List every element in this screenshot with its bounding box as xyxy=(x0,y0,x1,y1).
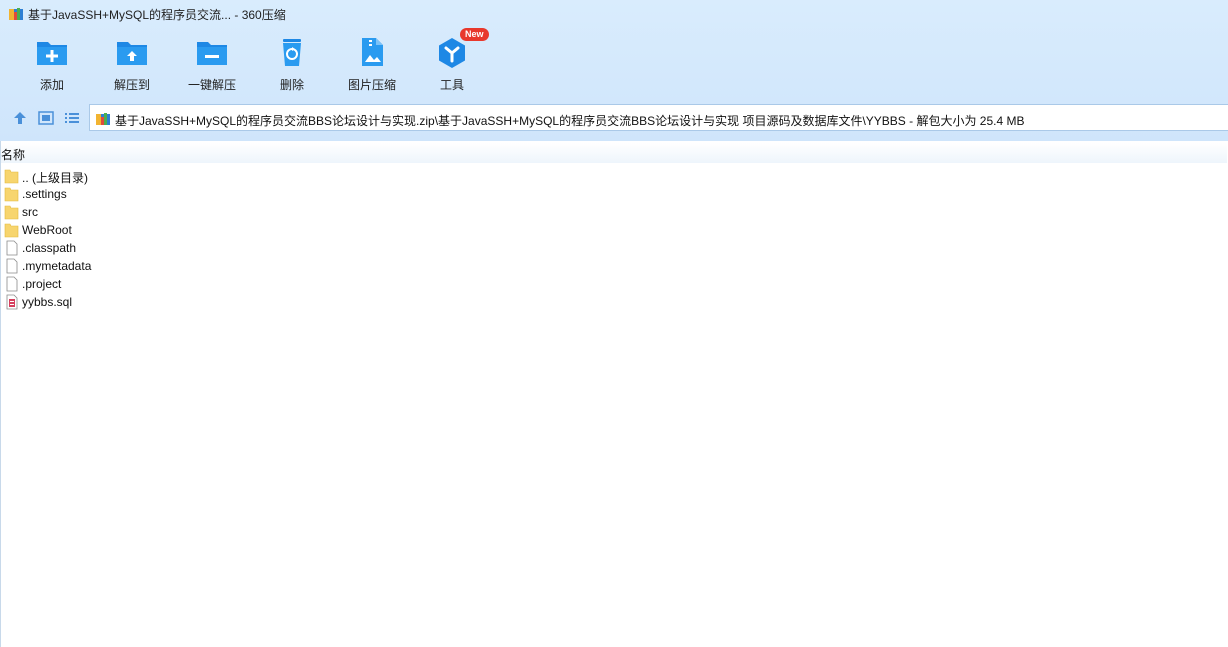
archive-icon xyxy=(96,113,110,125)
file-icon xyxy=(6,258,18,274)
add-folder-icon xyxy=(37,42,67,65)
navigation-bar: 基于JavaSSH+MySQL的程序员交流BBS论坛设计与实现.zip\基于Ja… xyxy=(0,103,1228,133)
list-item[interactable]: src xyxy=(4,203,304,221)
list-item[interactable]: .project xyxy=(4,275,304,293)
list-item[interactable]: .mymetadata xyxy=(4,257,304,275)
up-arrow-icon[interactable] xyxy=(11,109,29,127)
delete-button[interactable]: 删除 xyxy=(252,34,332,94)
folder-icon xyxy=(4,169,19,184)
extract-to-icon xyxy=(117,42,147,65)
name-column-header[interactable]: 名称 xyxy=(1,146,25,163)
extract-to-button[interactable]: 解压到 xyxy=(92,34,172,94)
list-item-name: .. (上级目录) xyxy=(22,171,88,185)
main-toolbar: 添加 解压到 一键解压 删除 图片压缩 New 工具 xyxy=(0,28,700,94)
list-item[interactable]: .classpath xyxy=(4,239,304,257)
list-item[interactable]: WebRoot xyxy=(4,221,304,239)
window-title: 基于JavaSSH+MySQL的程序员交流... - 360压缩 xyxy=(28,8,286,22)
list-item[interactable]: .settings xyxy=(4,185,304,203)
list-item[interactable]: yybbs.sql xyxy=(4,293,304,311)
list-item-name: src xyxy=(22,205,38,219)
add-label: 添加 xyxy=(39,78,64,92)
folder-icon xyxy=(4,205,19,220)
image-compress-button[interactable]: 图片压缩 xyxy=(332,34,412,94)
image-compress-icon xyxy=(362,38,383,66)
tools-label: 工具 xyxy=(439,78,464,92)
extract-to-label: 解压到 xyxy=(113,78,150,92)
title-bar: 基于JavaSSH+MySQL的程序员交流... - 360压缩 xyxy=(0,0,1228,28)
address-path: 基于JavaSSH+MySQL的程序员交流BBS论坛设计与实现.zip\基于Ja… xyxy=(115,114,1025,128)
image-compress-label: 图片压缩 xyxy=(347,78,396,92)
folder-icon xyxy=(4,223,19,238)
address-bar[interactable]: 基于JavaSSH+MySQL的程序员交流BBS论坛设计与实现.zip\基于Ja… xyxy=(89,104,1228,131)
recycle-delete-icon xyxy=(283,39,301,66)
file-list-area: 名称 .. (上级目录) .settings src WebRoot .clas… xyxy=(0,141,1228,647)
one-click-extract-label: 一键解压 xyxy=(187,78,236,92)
folder-icon xyxy=(4,187,19,202)
one-click-extract-button[interactable]: 一键解压 xyxy=(172,34,252,94)
add-button[interactable]: 添加 xyxy=(12,34,92,94)
thumbnail-view-icon[interactable] xyxy=(37,109,55,127)
list-item-name: .settings xyxy=(22,187,67,201)
list-item[interactable]: .. (上级目录) xyxy=(4,167,304,185)
one-click-extract-icon xyxy=(197,42,227,65)
window-chrome: 基于JavaSSH+MySQL的程序员交流... - 360压缩 添加 解压到 xyxy=(0,0,1228,141)
file-icon xyxy=(6,276,18,292)
column-header: 名称 xyxy=(1,143,1227,163)
list-item-name: .mymetadata xyxy=(22,259,92,273)
delete-label: 删除 xyxy=(279,78,304,92)
file-list: .. (上级目录) .settings src WebRoot .classpa… xyxy=(4,167,304,311)
list-item-name: WebRoot xyxy=(22,223,72,237)
list-item-name: .project xyxy=(22,277,62,291)
list-item-name: yybbs.sql xyxy=(22,295,73,309)
new-badge: New xyxy=(460,28,489,41)
tools-button[interactable]: New 工具 xyxy=(412,28,492,94)
list-view-icon[interactable] xyxy=(63,109,81,127)
file-icon xyxy=(6,240,18,256)
sql-file-icon xyxy=(6,294,18,310)
list-item-name: .classpath xyxy=(22,241,77,255)
app-logo-icon xyxy=(9,8,23,20)
